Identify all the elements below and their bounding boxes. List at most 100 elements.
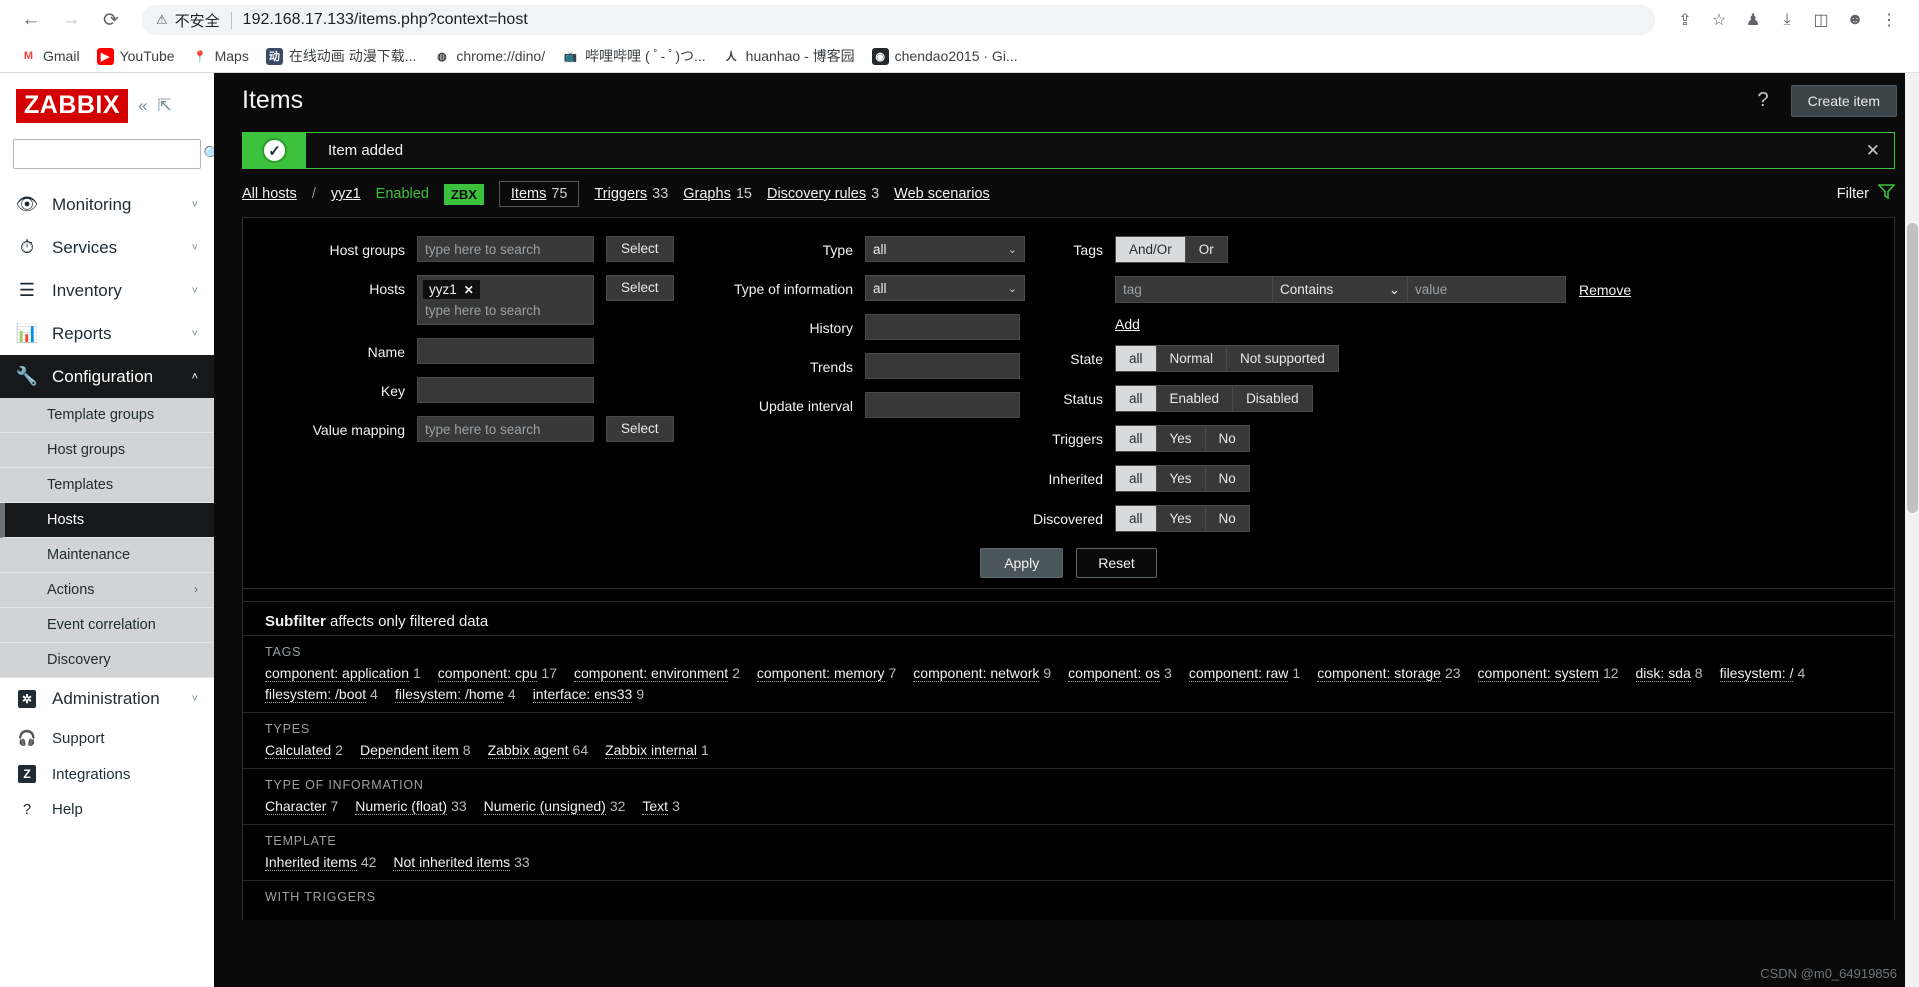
bookmark-item[interactable]: ▶ YouTube (90, 44, 182, 69)
sidebar-subitem-host-groups[interactable]: Host groups (0, 433, 214, 468)
bookmark-item[interactable]: 📺 哔哩哔哩 ( ﾟ- ﾟ)つ... (555, 42, 713, 70)
subfilter-item[interactable]: Character 7 (265, 798, 338, 815)
segment-no[interactable]: No (1205, 505, 1250, 532)
sidepanel-icon[interactable]: ◫ (1805, 4, 1837, 36)
star-icon[interactable]: ☆ (1703, 4, 1735, 36)
tag-value-input[interactable] (1408, 276, 1566, 303)
subfilter-item[interactable]: interface: ens33 9 (532, 686, 644, 703)
subfilter-item[interactable]: component: environment 2 (574, 665, 740, 682)
bookmark-item[interactable]: ◍ chrome://dino/ (426, 44, 552, 69)
name-input[interactable] (417, 338, 594, 364)
breadcrumb-tab-triggers[interactable]: Triggers 33 (594, 186, 668, 202)
subfilter-item[interactable]: Zabbix agent 64 (487, 742, 588, 759)
sidebar-item-support[interactable]: 🎧 Support (0, 720, 214, 756)
subfilter-item[interactable]: Zabbix internal 1 (605, 742, 709, 759)
subfilter-item[interactable]: disk: sda 8 (1635, 665, 1703, 682)
tag-operator-select[interactable]: Contains ⌄ (1273, 276, 1408, 303)
segment-all[interactable]: all (1115, 385, 1157, 412)
bookmark-item[interactable]: 人 huanhao - 博客园 (716, 42, 862, 70)
sidebar-item-administration[interactable]: ✲ Administration ˅ (0, 678, 214, 720)
host-pill[interactable]: yyz1 ✕ (423, 280, 480, 299)
download-icon[interactable]: ⤓ (1771, 4, 1803, 36)
breadcrumb-all-hosts[interactable]: All hosts (242, 186, 297, 202)
address-bar[interactable]: ⚠ 不安全 192.168.17.133/items.php?context=h… (142, 5, 1655, 35)
update-interval-input[interactable] (865, 392, 1020, 418)
subfilter-item[interactable]: component: os 3 (1068, 665, 1172, 682)
bookmark-item[interactable]: ◉ chendao2015 · Gi... (865, 44, 1025, 69)
segment-no[interactable]: No (1205, 425, 1250, 452)
sidebar-item-reports[interactable]: 📊 Reports ˅ (0, 312, 214, 355)
bookmark-item[interactable]: 动在线动画 动漫下载... (259, 42, 424, 70)
person-icon[interactable]: ♟ (1737, 4, 1769, 36)
collapse-sidebar-icon[interactable]: « (138, 96, 147, 116)
search-input[interactable] (22, 146, 203, 162)
menu-icon[interactable]: ⋮ (1873, 4, 1905, 36)
segment-yes[interactable]: Yes (1156, 505, 1206, 532)
zbx-availability-badge[interactable]: ZBX (443, 183, 484, 205)
subfilter-item[interactable]: Dependent item 8 (359, 742, 471, 759)
tag-name-input[interactable] (1115, 276, 1273, 303)
subfilter-item[interactable]: filesystem: /home 4 (394, 686, 516, 703)
add-tag-button[interactable]: Add (1115, 316, 1140, 332)
breadcrumb-host[interactable]: yyz1 (331, 186, 361, 202)
bookmark-item[interactable]: 📍 Maps (185, 44, 256, 69)
breadcrumb-tab-items[interactable]: Items 75 (498, 181, 580, 207)
subfilter-item[interactable]: component: system 12 (1477, 665, 1619, 682)
segment-not-supported[interactable]: Not supported (1227, 345, 1339, 372)
host-groups-input[interactable] (417, 236, 594, 262)
segment-yes[interactable]: Yes (1156, 425, 1206, 452)
history-input[interactable] (865, 314, 1020, 340)
sidebar-subitem-actions[interactable]: Actions › (0, 573, 214, 608)
page-scrollbar[interactable] (1905, 73, 1919, 987)
trends-input[interactable] (865, 353, 1020, 379)
close-icon[interactable]: ✕ (1852, 133, 1894, 168)
segment-no[interactable]: No (1205, 465, 1250, 492)
hide-sidebar-icon[interactable]: ⇱ (158, 96, 172, 116)
subfilter-item[interactable]: Numeric (unsigned) 32 (483, 798, 625, 815)
sidebar-item-services[interactable]: ⏱ Services ˅ (0, 226, 214, 269)
breadcrumb-tab-graphs[interactable]: Graphs 15 (683, 186, 752, 202)
subfilter-item[interactable]: filesystem: /boot 4 (265, 686, 378, 703)
sidebar-subitem-template-groups[interactable]: Template groups (0, 398, 214, 433)
sidebar-subitem-discovery[interactable]: Discovery (0, 643, 214, 678)
type-of-information-select[interactable]: all ⌄ (865, 275, 1025, 301)
segment-all[interactable]: all (1115, 425, 1157, 452)
segment-normal[interactable]: Normal (1156, 345, 1228, 372)
hosts-multiselect[interactable]: yyz1 ✕ type here to search (417, 275, 594, 325)
zabbix-logo[interactable]: ZABBIX (16, 89, 129, 123)
filter-tab[interactable]: Filter (1837, 184, 1896, 204)
subfilter-item[interactable]: Text 3 (642, 798, 680, 815)
segment-all[interactable]: all (1115, 505, 1157, 532)
remove-host-icon[interactable]: ✕ (464, 283, 474, 297)
search-icon[interactable]: 🔍 (203, 145, 214, 163)
forward-button[interactable]: → (54, 3, 88, 37)
sidebar-item-monitoring[interactable]: 👁 Monitoring ˅ (0, 183, 214, 226)
subfilter-item[interactable]: component: raw 1 (1188, 665, 1300, 682)
sidebar-subitem-maintenance[interactable]: Maintenance (0, 538, 214, 573)
value-mapping-input[interactable] (417, 416, 594, 442)
tags-mode-or[interactable]: Or (1185, 236, 1228, 263)
reset-button[interactable]: Reset (1076, 548, 1157, 578)
key-input[interactable] (417, 377, 594, 403)
segment-all[interactable]: all (1115, 345, 1157, 372)
sidebar-item-configuration[interactable]: 🔧 Configuration ˄ (0, 355, 214, 398)
value-mapping-select-button[interactable]: Select (606, 416, 674, 442)
breadcrumb-tab-discovery-rules[interactable]: Discovery rules 3 (767, 186, 879, 202)
back-button[interactable]: ← (14, 3, 48, 37)
host-groups-select-button[interactable]: Select (606, 236, 674, 262)
hosts-select-button[interactable]: Select (606, 275, 674, 301)
subfilter-item[interactable]: component: storage 23 (1317, 665, 1461, 682)
segment-enabled[interactable]: Enabled (1156, 385, 1234, 412)
subfilter-item[interactable]: Numeric (float) 33 (355, 798, 467, 815)
apply-button[interactable]: Apply (980, 548, 1064, 578)
sidebar-subitem-event-correlation[interactable]: Event correlation (0, 608, 214, 643)
scrollbar-thumb[interactable] (1907, 223, 1918, 513)
segment-all[interactable]: all (1115, 465, 1157, 492)
breadcrumb-tab-web-scenarios[interactable]: Web scenarios (894, 186, 990, 202)
create-item-button[interactable]: Create item (1790, 84, 1897, 117)
subfilter-item[interactable]: Calculated 2 (265, 742, 343, 759)
sidebar-subitem-hosts[interactable]: Hosts (0, 503, 214, 538)
subfilter-item[interactable]: component: application 1 (265, 665, 421, 682)
segment-yes[interactable]: Yes (1156, 465, 1206, 492)
sidebar-search[interactable]: 🔍 (13, 139, 214, 169)
